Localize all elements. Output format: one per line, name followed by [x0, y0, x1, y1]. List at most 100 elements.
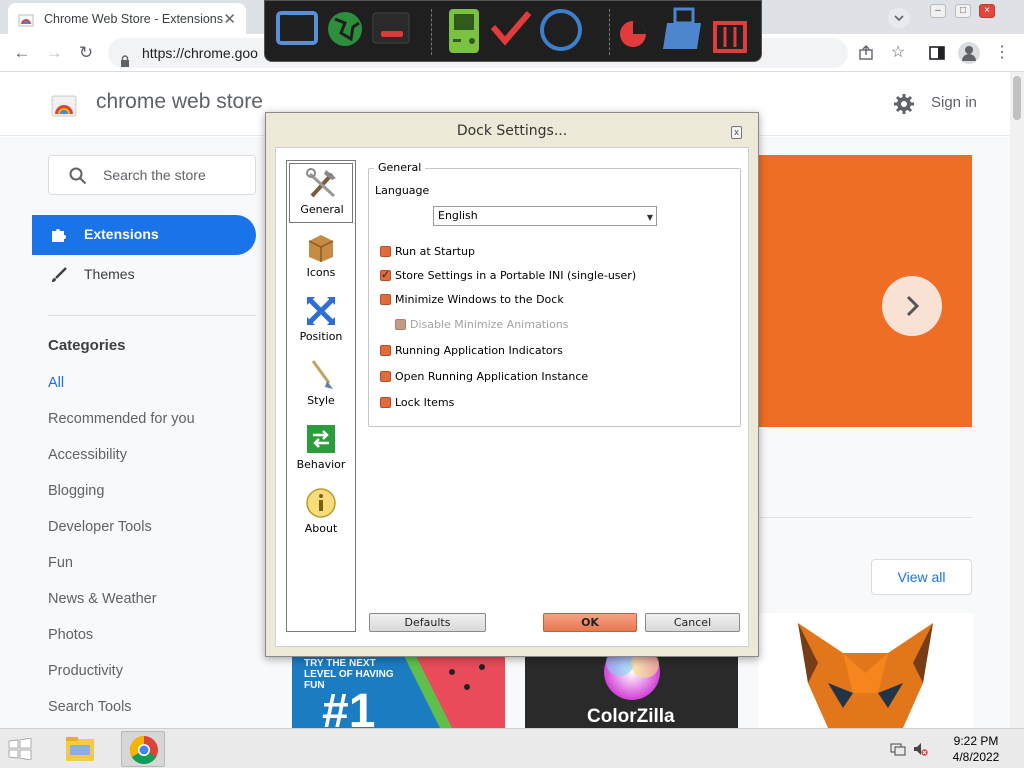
taskbar: 9:22 PM 4/8/2022	[0, 728, 1024, 768]
language-select[interactable]: English ▼	[433, 206, 657, 226]
category-label: Icons	[306, 266, 336, 279]
network-tray-icon[interactable]	[890, 741, 906, 757]
clock-time: 9:22 PM	[953, 734, 999, 748]
tab-search-button[interactable]	[888, 8, 910, 28]
section-divider	[757, 517, 972, 518]
file-explorer-taskbar-icon[interactable]	[58, 731, 102, 767]
card-rank: #1	[322, 685, 376, 728]
disable-animations-checkbox: Disable Minimize Animations	[395, 318, 569, 331]
option-label: Run at Startup	[395, 245, 475, 258]
paintbrush-icon	[305, 359, 337, 391]
checkbox-icon[interactable]	[380, 294, 391, 305]
profile-avatar-icon[interactable]	[958, 42, 980, 64]
nav-extensions-label: Extensions	[84, 226, 159, 242]
pie-icon[interactable]	[620, 21, 646, 47]
brush-icon	[50, 266, 68, 284]
circle-icon[interactable]	[540, 9, 582, 51]
sidebar-divider	[48, 315, 256, 316]
category-general[interactable]: General	[289, 163, 353, 223]
trash-icon[interactable]	[713, 21, 747, 53]
category-position[interactable]: Position	[289, 291, 353, 351]
category-behavior[interactable]: Behavior	[289, 419, 353, 479]
position-icon	[305, 295, 337, 327]
category-item[interactable]: Productivity	[48, 663, 123, 679]
checkbox-icon[interactable]	[380, 397, 391, 408]
category-style[interactable]: Style	[289, 355, 353, 415]
back-button[interactable]: ←	[12, 43, 32, 63]
terminal-icon[interactable]	[372, 12, 410, 44]
reload-button[interactable]: ↻	[76, 43, 96, 63]
page-scrollbar[interactable]	[1010, 72, 1024, 728]
dialog-close-button[interactable]: x	[731, 126, 742, 139]
share-icon[interactable]	[856, 43, 876, 63]
category-label: About	[304, 522, 338, 535]
checkbox-checked-icon[interactable]	[380, 268, 391, 281]
language-label: Language	[375, 184, 430, 197]
monitor-icon[interactable]	[276, 11, 318, 45]
bookmark-star-icon[interactable]: ☆	[888, 43, 908, 63]
lock-icon	[120, 47, 130, 67]
window-close-button[interactable]: ×	[979, 4, 995, 18]
forward-button[interactable]: →	[44, 43, 64, 63]
category-icons[interactable]: Icons	[289, 227, 353, 287]
chrome-taskbar-icon[interactable]	[121, 731, 165, 767]
checkbox-icon[interactable]	[380, 345, 391, 356]
extension-card-metamask[interactable]	[758, 613, 973, 728]
category-label: General	[300, 203, 344, 216]
category-item[interactable]: All	[48, 375, 64, 391]
puzzle-icon	[50, 226, 68, 244]
category-item[interactable]: Photos	[48, 627, 93, 643]
app-indicators-checkbox[interactable]: Running Application Indicators	[380, 344, 563, 357]
sign-in-link[interactable]: Sign in	[931, 94, 977, 111]
general-group-title: General	[374, 161, 426, 174]
search-icon	[69, 167, 87, 185]
gameboy-icon[interactable]	[449, 9, 479, 53]
minimize-button[interactable]: –	[930, 4, 946, 18]
globe-icon[interactable]	[328, 12, 362, 46]
nav-extensions[interactable]: Extensions	[32, 215, 256, 255]
category-about[interactable]: About	[289, 483, 353, 543]
lock-items-checkbox[interactable]: Lock Items	[380, 396, 454, 409]
tab-close-icon[interactable]: ✕	[223, 10, 236, 28]
dock-separator	[431, 9, 432, 55]
volume-muted-tray-icon[interactable]	[912, 741, 928, 757]
settings-gear-icon[interactable]	[892, 92, 916, 116]
minimize-to-dock-checkbox[interactable]: Minimize Windows to the Dock	[380, 293, 564, 306]
category-item[interactable]: Search Tools	[48, 699, 132, 715]
category-item[interactable]: Recommended for you	[48, 411, 195, 427]
taskbar-clock[interactable]: 9:22 PM 4/8/2022	[940, 733, 1012, 765]
option-label: Minimize Windows to the Dock	[395, 293, 564, 306]
run-at-startup-checkbox[interactable]: Run at Startup	[380, 245, 475, 258]
tab-title: Chrome Web Store - Extensions	[44, 11, 224, 26]
store-title[interactable]: chrome web store	[96, 90, 263, 114]
checkmark-icon[interactable]	[490, 11, 532, 46]
checkbox-disabled-icon	[395, 319, 406, 330]
shopping-bag-icon[interactable]	[663, 7, 701, 49]
category-item[interactable]: Blogging	[48, 483, 104, 499]
nav-themes[interactable]: Themes	[32, 255, 256, 295]
category-item[interactable]: Fun	[48, 555, 73, 571]
checkbox-icon[interactable]	[380, 371, 391, 382]
checkbox-icon[interactable]	[380, 246, 391, 257]
view-all-button[interactable]: View all	[871, 559, 972, 595]
tab-chrome-web-store[interactable]: Chrome Web Store - Extensions ✕	[8, 3, 246, 34]
scrollbar-thumb[interactable]	[1013, 76, 1021, 120]
extension-card-game[interactable]: TRY THE NEXT LEVEL OF HAVING FUN #1	[292, 652, 505, 728]
store-search-input[interactable]: Search the store	[48, 155, 256, 195]
cancel-button[interactable]: Cancel	[645, 613, 740, 632]
portable-ini-checkbox[interactable]: Store Settings in a Portable INI (single…	[380, 268, 636, 282]
side-panel-icon[interactable]	[927, 43, 947, 63]
open-running-instance-checkbox[interactable]: Open Running Application Instance	[380, 370, 588, 383]
windows-start-icon[interactable]	[8, 737, 32, 761]
chrome-menu-icon[interactable]: ⋮	[992, 43, 1012, 63]
category-item[interactable]: Developer Tools	[48, 519, 152, 535]
category-item[interactable]: Accessibility	[48, 447, 127, 463]
banner-next-button[interactable]	[882, 276, 942, 336]
behavior-icon	[305, 423, 337, 455]
defaults-button[interactable]: Defaults	[369, 613, 486, 632]
extension-card-colorzilla[interactable]: ColorZilla	[525, 652, 738, 728]
ok-button[interactable]: OK	[543, 613, 637, 632]
category-item[interactable]: News & Weather	[48, 591, 157, 607]
maximize-button[interactable]: □	[955, 4, 971, 18]
language-value: English	[438, 209, 478, 222]
